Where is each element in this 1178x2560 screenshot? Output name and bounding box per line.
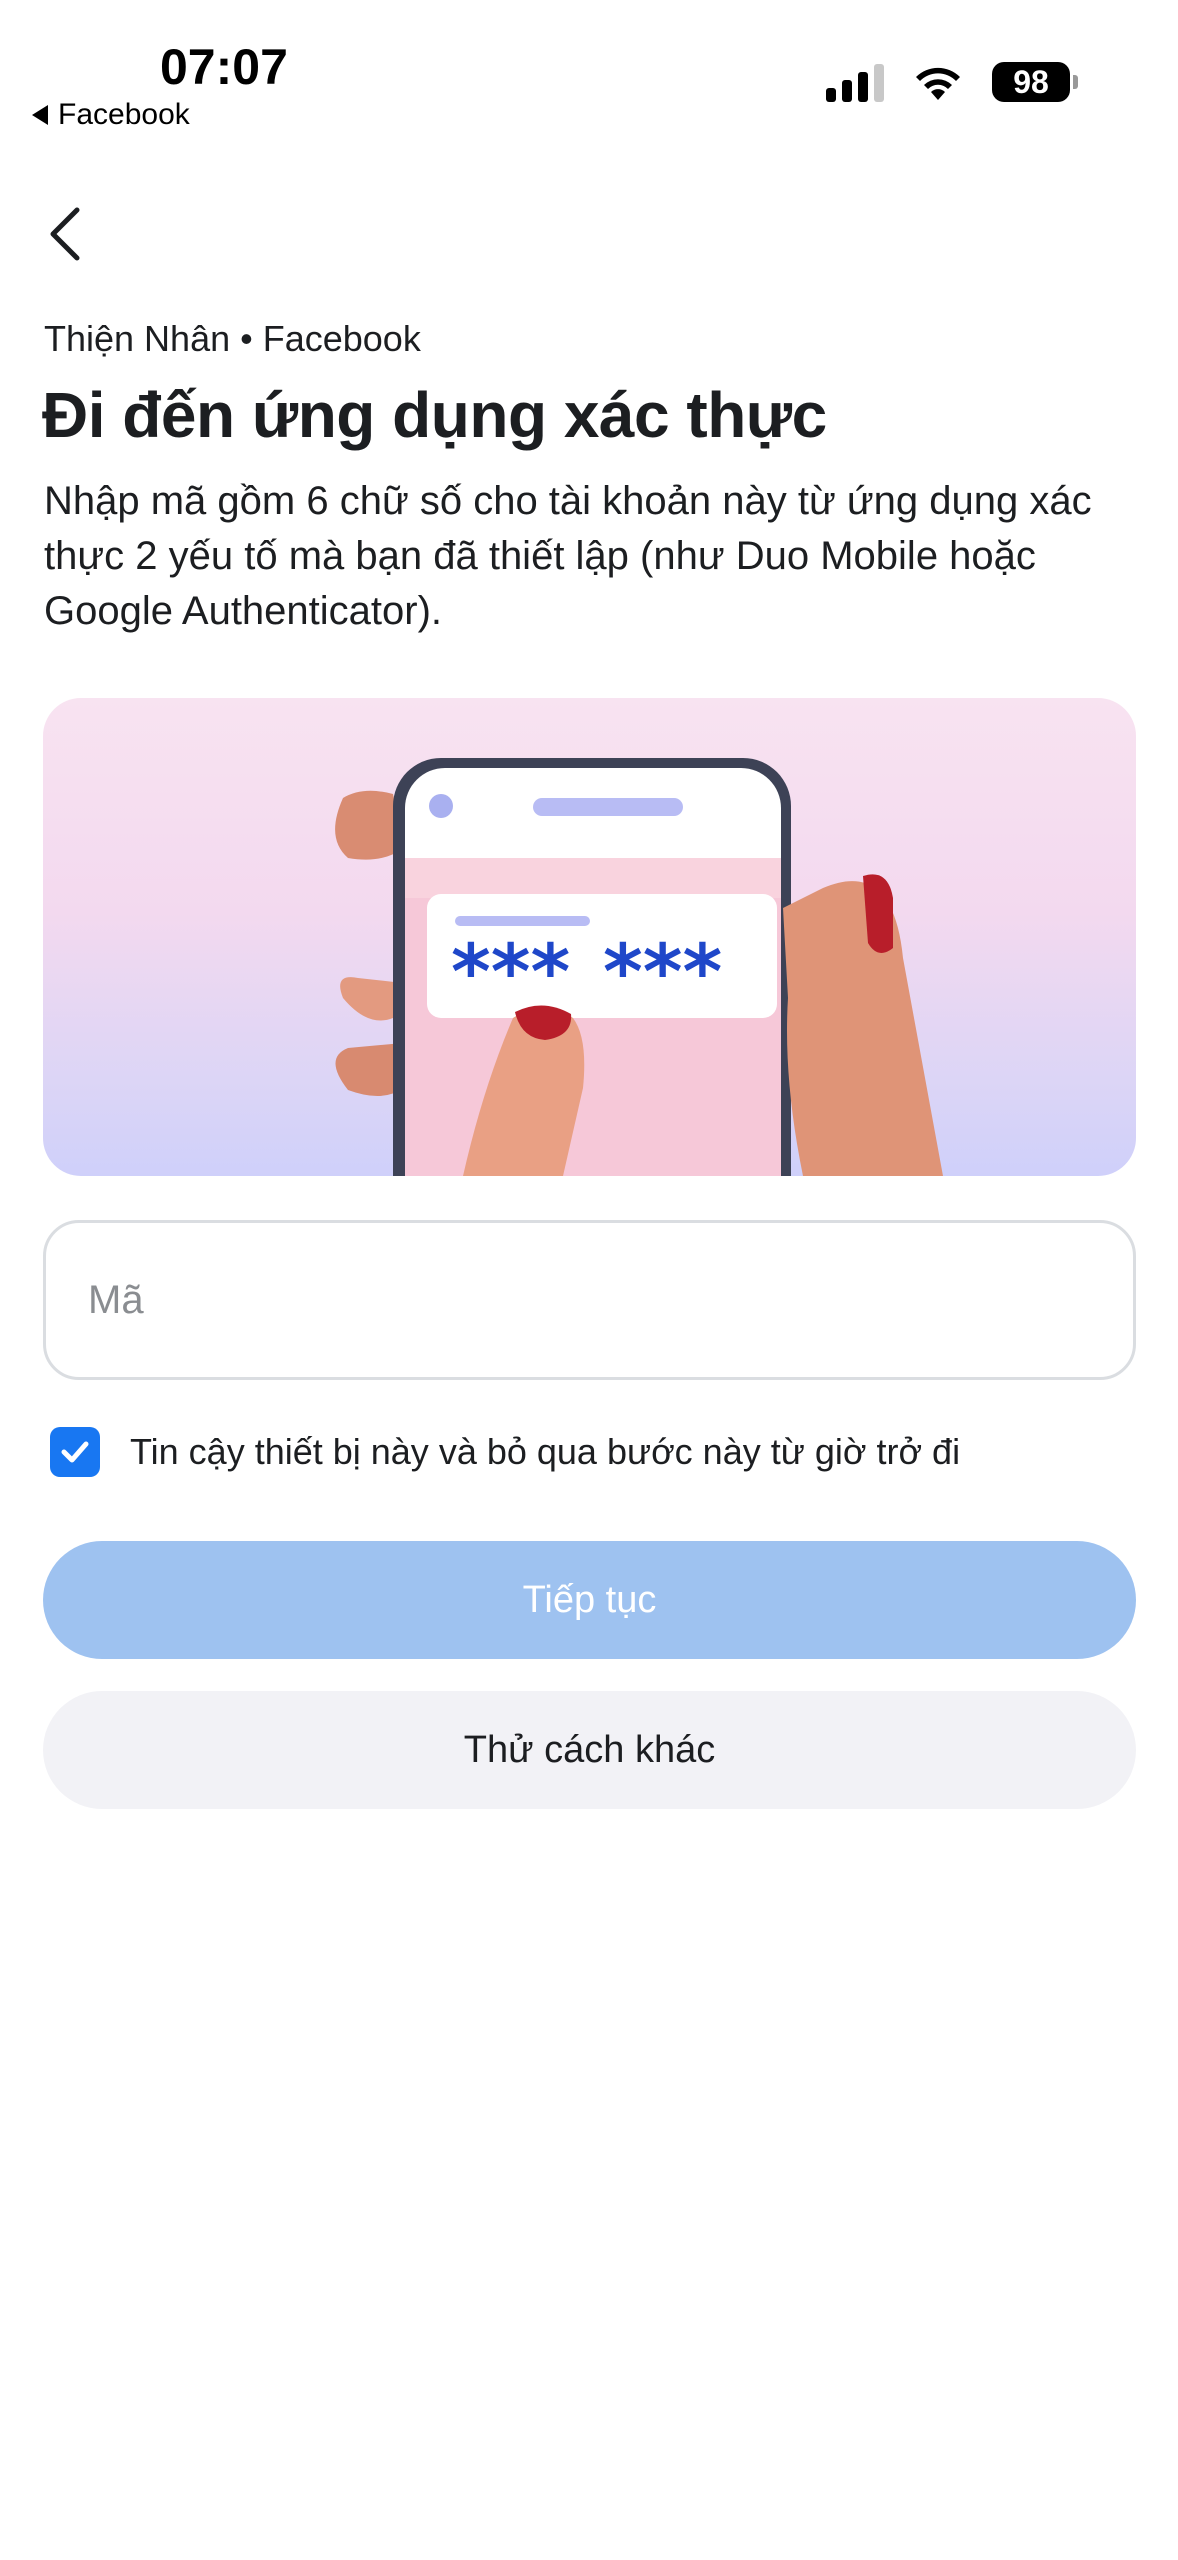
battery-icon: 98 [992,62,1078,102]
trust-device-label: Tin cậy thiết bị này và bỏ qua bước này … [130,1431,961,1472]
checkmark-icon [61,1441,89,1463]
continue-button[interactable]: Tiếp tục [43,1541,1136,1659]
try-another-way-button[interactable]: Thử cách khác [43,1691,1136,1809]
authenticator-illustration: *** *** [43,698,1136,1176]
status-indicators: 98 [826,62,1078,102]
signal-icon [826,62,884,102]
trust-device-row[interactable]: Tin cậy thiết bị này và bỏ qua bước này … [50,1427,960,1477]
illustration-code-right: *** [603,927,722,1016]
code-input-container [43,1220,1136,1380]
back-button[interactable] [40,204,90,264]
status-time: 07:07 [160,39,288,95]
account-line: Thiện Nhân • Facebook [44,318,421,359]
chevron-left-icon [50,207,80,261]
trust-device-checkbox[interactable] [50,1427,100,1477]
status-back-link[interactable]: Facebook [32,98,190,132]
description-text: Nhập mã gồm 6 chữ số cho tài khoản này t… [44,479,1092,633]
battery-level: 98 [1013,63,1049,100]
status-back-label: Facebook [58,98,190,131]
illustration-code-left: *** [451,927,570,1016]
wifi-icon [916,67,960,100]
page-title: Đi đến ứng dụng xác thực [42,379,827,451]
back-triangle-icon [32,105,48,125]
page: 07:07 Facebook 98 Thiện Nhân • Facebook … [0,0,1178,2560]
code-input[interactable] [46,1223,1133,1377]
